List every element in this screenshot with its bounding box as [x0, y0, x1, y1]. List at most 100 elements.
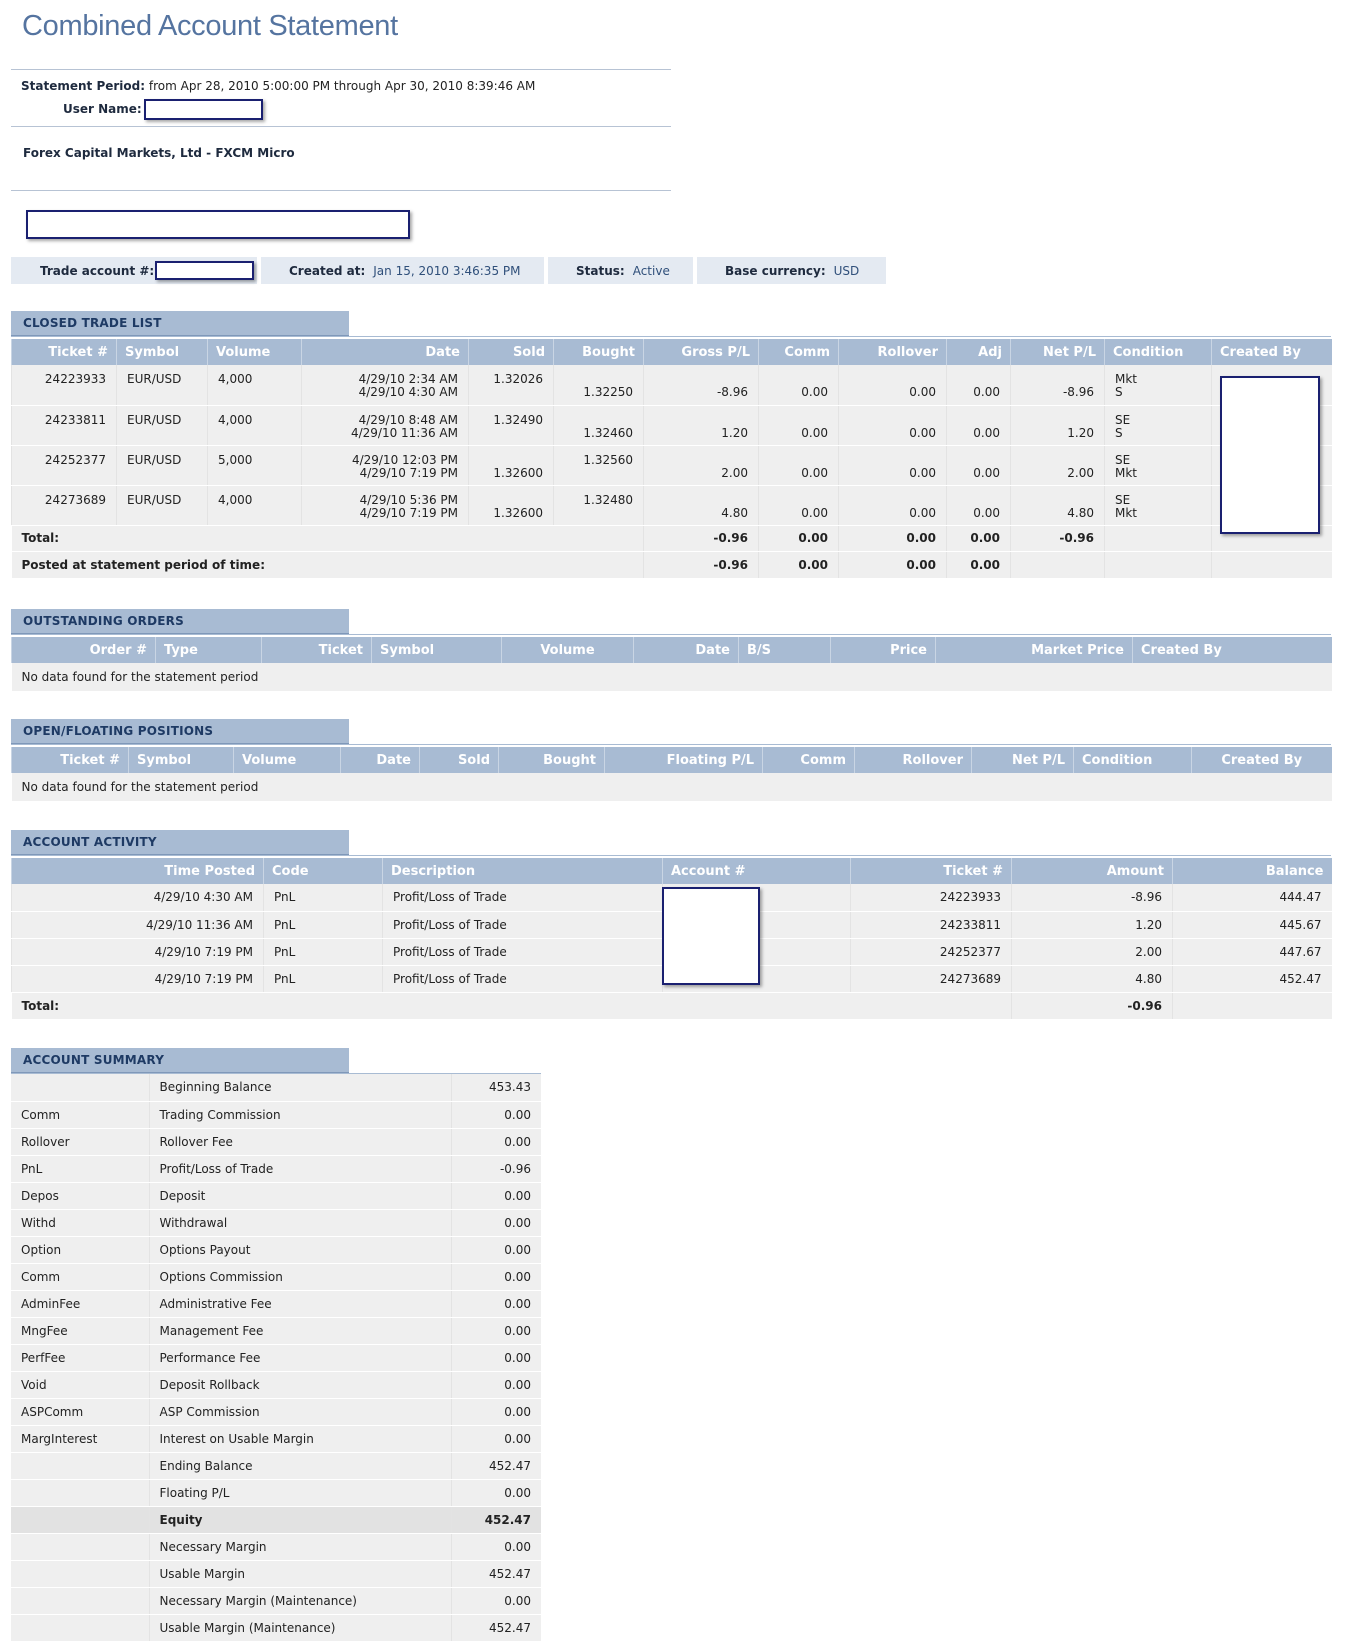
summary-code	[11, 1506, 149, 1534]
col-header[interactable]: Symbol	[128, 747, 234, 773]
section-header-open-positions: OPEN/FLOATING POSITIONS	[11, 719, 349, 744]
col-header[interactable]: Ticket	[261, 637, 372, 663]
col-header[interactable]: Date	[633, 637, 739, 663]
table-row: 24273689 EUR/USD 4,000 4/29/10 5:36 PM 4/…	[11, 485, 1332, 526]
summary-description: ASP Commission	[148, 1398, 451, 1426]
col-header[interactable]: Date	[340, 747, 420, 773]
cell-time-posted: 4/29/10 11:36 AM	[11, 911, 264, 939]
divider	[11, 69, 671, 70]
no-data-message: No data found for the statement period	[11, 773, 1332, 802]
col-header[interactable]: Symbol	[371, 637, 502, 663]
col-header[interactable]: Code	[263, 858, 383, 884]
col-header[interactable]: Volume	[501, 637, 634, 663]
date-open: 4/29/10 12:03 PM	[351, 452, 458, 467]
col-header[interactable]: Bought	[553, 339, 644, 365]
comm-value: 0.00	[801, 425, 828, 440]
cell-sold: 1.32600	[468, 445, 554, 486]
summary-row: MngFee Management Fee 0.00	[11, 1317, 541, 1345]
col-header[interactable]: Rollover	[838, 339, 947, 365]
sold-open	[479, 494, 543, 507]
summary-description: Options Commission	[148, 1263, 451, 1291]
col-header[interactable]: B/S	[738, 637, 831, 663]
summary-row: Depos Deposit 0.00	[11, 1182, 541, 1210]
cell-time-posted: 4/29/10 7:19 PM	[11, 938, 264, 966]
col-header[interactable]: Created By	[1191, 747, 1332, 773]
status-value: Active	[632, 263, 670, 278]
col-header[interactable]: Volume	[233, 747, 341, 773]
col-header[interactable]: Time Posted	[11, 858, 264, 884]
col-header[interactable]: Adj	[946, 339, 1011, 365]
col-header[interactable]: Condition	[1073, 747, 1192, 773]
sold-open: 1.32490	[493, 412, 543, 427]
col-header[interactable]: Market Price	[935, 637, 1133, 663]
col-header[interactable]: Created By	[1132, 637, 1332, 663]
col-header[interactable]: Floating P/L	[604, 747, 763, 773]
bought-close: 1.32250	[583, 385, 633, 399]
summary-code	[11, 1560, 149, 1588]
col-header[interactable]: Ticket #	[11, 747, 129, 773]
cell-gross: 1.20	[643, 405, 759, 446]
summary-code: Void	[11, 1371, 149, 1399]
bought-open: 1.32480	[583, 492, 633, 507]
cell-time-posted: 4/29/10 7:19 PM	[11, 965, 264, 993]
section-header-outstanding-orders: OUTSTANDING ORDERS	[11, 609, 349, 634]
summary-description: Administrative Fee	[148, 1290, 451, 1318]
summary-code	[11, 1614, 149, 1642]
cell-comm: 0.00	[758, 405, 839, 446]
cell-date: 4/29/10 8:48 AM 4/29/10 11:36 AM	[301, 405, 469, 446]
col-header[interactable]: Bought	[498, 747, 605, 773]
cell-net: 1.20	[1010, 405, 1105, 446]
col-header[interactable]: Date	[301, 339, 469, 365]
posted-label: Posted at statement period of time:	[11, 551, 644, 579]
col-header[interactable]: Sold	[468, 339, 554, 365]
summary-description: Usable Margin (Maintenance)	[148, 1614, 451, 1642]
summary-code: Withd	[11, 1209, 149, 1237]
cell-adj: 0.00	[946, 445, 1011, 486]
cell-ticket: 24233811	[11, 405, 117, 446]
col-header[interactable]: Balance	[1172, 858, 1332, 884]
col-header[interactable]: Comm	[762, 747, 855, 773]
col-header[interactable]: Rollover	[854, 747, 972, 773]
sold-close: 1.32600	[493, 465, 543, 480]
col-header[interactable]: Created By	[1211, 339, 1332, 365]
col-header[interactable]: Account #	[662, 858, 851, 884]
rollover-value: 0.00	[909, 465, 936, 480]
col-header[interactable]: Ticket #	[850, 858, 1012, 884]
col-header[interactable]: Ticket #	[11, 339, 117, 365]
col-header[interactable]: Condition	[1104, 339, 1212, 365]
col-header[interactable]: Comm	[758, 339, 839, 365]
summary-description: Beginning Balance	[148, 1074, 451, 1102]
cell-bought: 1.32560	[553, 445, 644, 486]
col-header[interactable]: Symbol	[116, 339, 208, 365]
summary-description: Options Payout	[148, 1236, 451, 1264]
summary-value: 0.00	[450, 1128, 541, 1156]
col-header[interactable]: Sold	[419, 747, 499, 773]
total-row: Total: -0.96 0.00 0.00 0.00 -0.96	[11, 525, 1332, 552]
cell-description: Profit/Loss of Trade	[382, 884, 663, 912]
summary-value: 0.00	[450, 1263, 541, 1291]
col-header[interactable]: Order #	[11, 637, 156, 663]
divider	[11, 190, 671, 191]
summary-description: Interest on Usable Margin	[148, 1425, 451, 1453]
col-header[interactable]: Amount	[1011, 858, 1173, 884]
net-value: 4.80	[1067, 505, 1094, 520]
cell-code: PnL	[263, 884, 383, 912]
total-empty	[1172, 992, 1332, 1020]
summary-description: Profit/Loss of Trade	[148, 1155, 451, 1183]
summary-code: Option	[11, 1236, 149, 1264]
col-header[interactable]: Net P/L	[971, 747, 1074, 773]
col-header[interactable]: Net P/L	[1010, 339, 1105, 365]
col-header[interactable]: Type	[155, 637, 262, 663]
col-header[interactable]: Volume	[207, 339, 302, 365]
cell-net: -8.96	[1010, 365, 1105, 406]
no-data-row: No data found for the statement period	[11, 663, 1332, 692]
summary-value: 0.00	[450, 1209, 541, 1237]
sold-open: 1.32026	[493, 372, 543, 386]
col-header[interactable]: Description	[382, 858, 663, 884]
col-header[interactable]: Gross P/L	[643, 339, 759, 365]
cell-condition: Mkt S	[1104, 365, 1212, 406]
summary-value: 0.00	[450, 1317, 541, 1345]
summary-description: Deposit	[148, 1182, 451, 1210]
col-header[interactable]: Price	[830, 637, 936, 663]
open-positions-table: Ticket # Symbol Volume Date Sold Bought …	[11, 747, 1332, 802]
